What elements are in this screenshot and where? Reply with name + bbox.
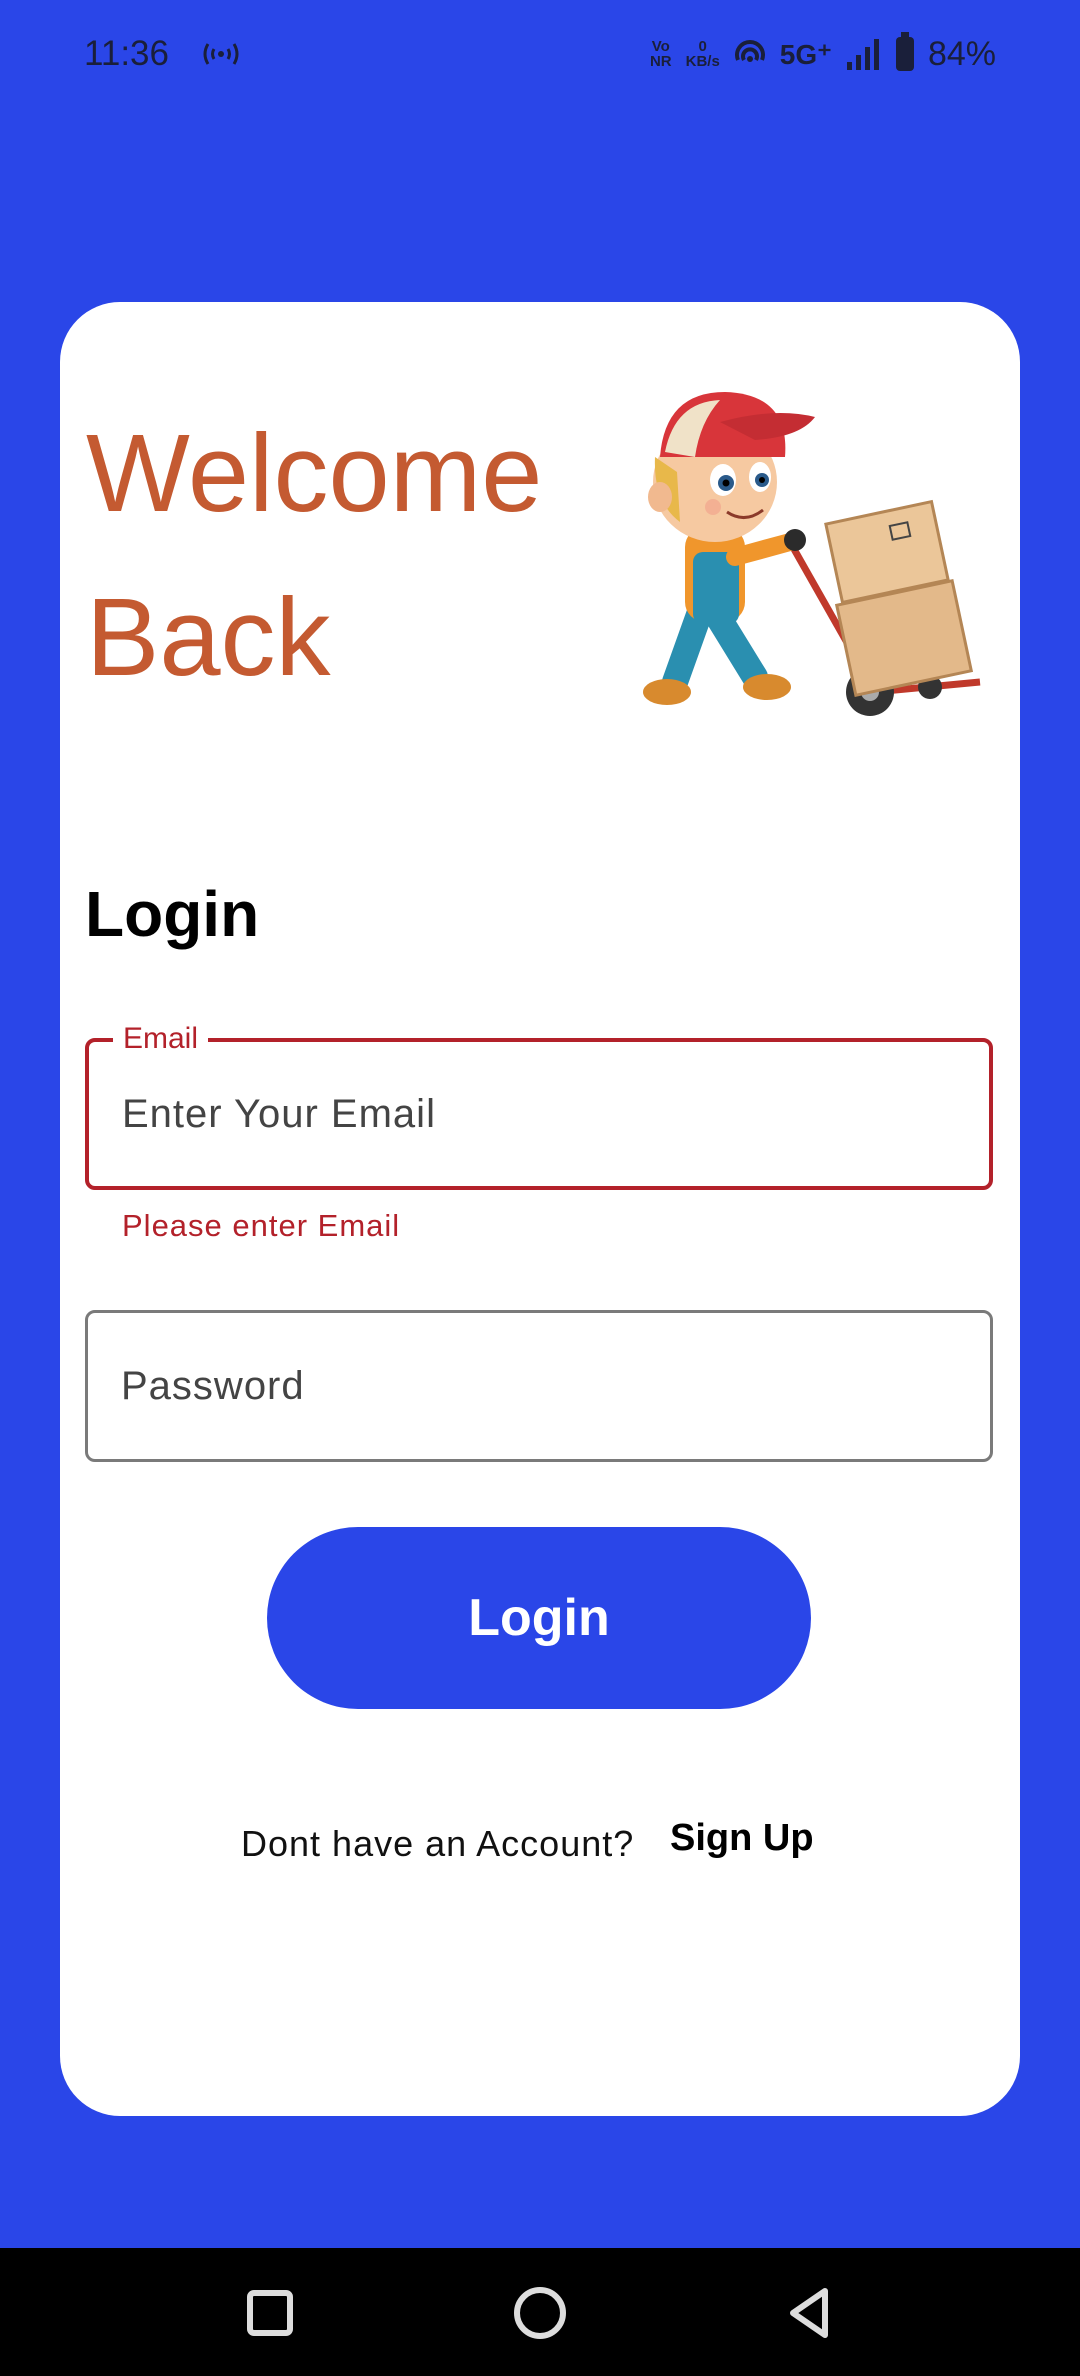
status-icons: Vo NR 0 KB/s 5G⁺ 84% <box>650 30 996 78</box>
login-card: Welcome Back Login Email Enter Your Emai… <box>60 302 1020 2116</box>
welcome-heading: Welcome Back <box>86 392 542 720</box>
signup-row: Dont have an Account? Sign Up <box>60 1817 1020 1877</box>
delivery-mascot-icon <box>643 392 981 716</box>
status-time: 11:36 <box>84 34 169 73</box>
login-button[interactable]: Login <box>267 1527 811 1709</box>
battery-icon <box>895 32 914 71</box>
password-field[interactable] <box>85 1310 993 1462</box>
volte-indicator: Vo NR <box>650 39 672 69</box>
wifi-calling-icon <box>734 40 765 62</box>
hotspot-icon <box>203 43 239 65</box>
welcome-line-1: Welcome <box>86 412 543 535</box>
password-input[interactable] <box>88 1313 990 1459</box>
login-title: Login <box>85 878 260 950</box>
back-icon[interactable] <box>775 2278 845 2348</box>
data-speed-unit: KB/s <box>685 53 720 70</box>
volte-bottom-text: NR <box>649 53 672 70</box>
welcome-line-2: Back <box>86 576 331 699</box>
navigation-bar <box>0 2248 1080 2376</box>
home-icon[interactable] <box>505 2278 575 2348</box>
network-type: 5G⁺ <box>779 38 832 70</box>
signup-link[interactable]: Sign Up <box>670 1817 814 1860</box>
volte-top-text: Vo <box>651 38 670 55</box>
email-input[interactable] <box>89 1042 989 1186</box>
recent-apps-icon[interactable] <box>235 2278 305 2348</box>
signup-prompt: Dont have an Account? <box>241 1823 635 1864</box>
data-speed-value: 0 <box>698 38 707 55</box>
status-bar: 11:36 Vo NR 0 KB/s 5G⁺ 84% <box>0 0 1080 110</box>
email-error-message: Please enter Email <box>122 1208 401 1243</box>
email-field[interactable]: Email <box>85 1022 993 1190</box>
data-speed: 0 KB/s <box>686 39 720 69</box>
signal-icon <box>846 39 879 70</box>
battery-percent: 84% <box>927 34 996 73</box>
